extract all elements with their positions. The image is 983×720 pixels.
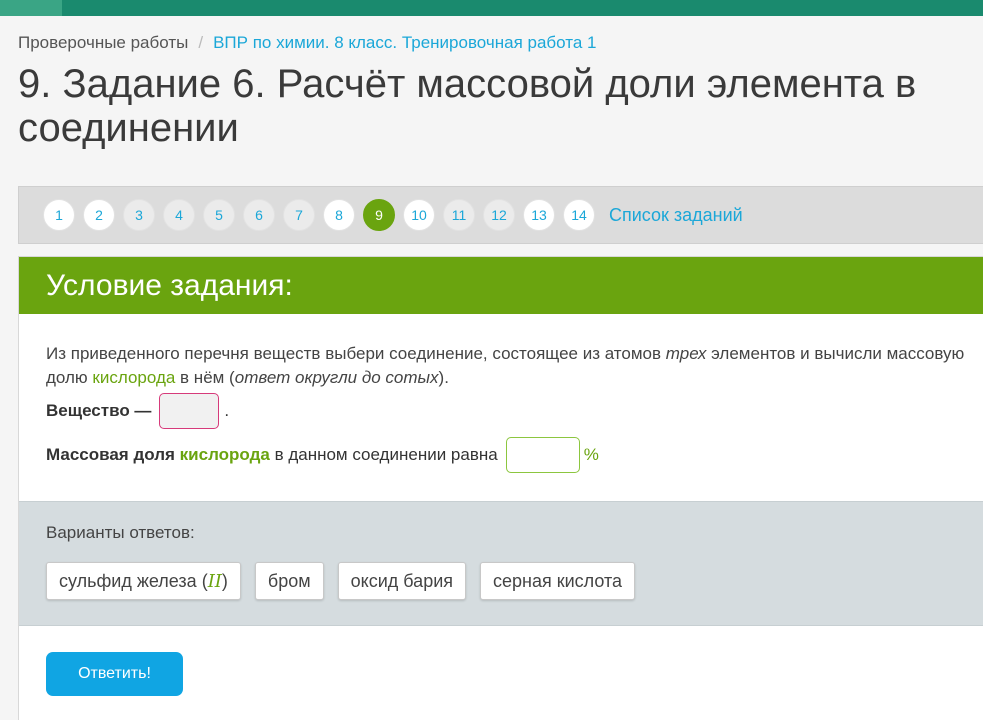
submit-answer-button[interactable]: Ответить! xyxy=(46,652,183,696)
condition-emphasis-rounding: ответ округли до сотых xyxy=(234,368,439,387)
condition-oxygen-highlight: кислорода xyxy=(92,368,176,387)
page-button-10[interactable]: 10 xyxy=(403,199,435,231)
task-card: Условие задания: Из приведенного перечня… xyxy=(18,256,983,720)
page-button-12[interactable]: 12 xyxy=(483,199,515,231)
page-title: 9. Задание 6. Расчёт массовой доли элеме… xyxy=(18,62,917,150)
option-text: сульфид железа ( xyxy=(59,570,208,591)
answer-option-sulfuric-acid[interactable]: серная кислота xyxy=(480,562,636,600)
substance-row: Вещество — . xyxy=(46,393,229,429)
breadcrumb: Проверочные работы / ВПР по химии. 8 класс… xyxy=(18,33,596,53)
page-button-9-active[interactable]: 9 xyxy=(363,199,395,231)
option-text: оксид бария xyxy=(350,570,454,591)
condition-text-1: Из приведенного перечня веществ выбери с… xyxy=(46,344,666,363)
mass-label-oxygen: кислорода xyxy=(179,445,270,464)
task-list-link[interactable]: Список заданий xyxy=(609,205,743,226)
option-close-paren: ) xyxy=(221,570,228,591)
condition-text-4: ). xyxy=(438,368,449,387)
task-header: Условие задания: xyxy=(19,257,983,314)
option-text: бром xyxy=(267,570,311,591)
breadcrumb-current[interactable]: ВПР по химии. 8 класс. Тренировочная раб… xyxy=(213,33,596,52)
substance-drop-target[interactable] xyxy=(159,393,220,429)
mass-fraction-input[interactable] xyxy=(505,437,580,473)
percent-unit: % xyxy=(583,445,599,464)
page-button-5[interactable]: 5 xyxy=(203,199,235,231)
answer-option-barium-oxide[interactable]: оксид бария xyxy=(337,562,467,600)
breadcrumb-parent[interactable]: Проверочные работы xyxy=(18,33,188,52)
page-button-11[interactable]: 11 xyxy=(443,199,475,231)
page-button-4[interactable]: 4 xyxy=(163,199,195,231)
option-roman-numeral: II xyxy=(207,570,222,592)
answer-options-list: сульфид железа (II) бром оксид бария сер… xyxy=(46,562,649,600)
page-button-7[interactable]: 7 xyxy=(283,199,315,231)
task-condition: Из приведенного перечня веществ выбери с… xyxy=(46,342,976,390)
page-button-2[interactable]: 2 xyxy=(83,199,115,231)
page-button-1[interactable]: 1 xyxy=(43,199,75,231)
condition-emphasis-three: трех xyxy=(665,344,707,363)
page-button-8[interactable]: 8 xyxy=(323,199,355,231)
task-pager: 1 2 3 4 5 6 7 8 9 10 11 12 13 14 Список … xyxy=(18,186,983,244)
answer-option-bromine[interactable]: бром xyxy=(254,562,324,600)
mass-label-prefix: Массовая доля xyxy=(46,445,175,464)
page-button-13[interactable]: 13 xyxy=(523,199,555,231)
page-button-6[interactable]: 6 xyxy=(243,199,275,231)
page-button-14[interactable]: 14 xyxy=(563,199,595,231)
answer-option-iron-sulfide[interactable]: сульфид железа (II) xyxy=(46,562,241,600)
substance-period: . xyxy=(224,401,230,420)
answer-options-label: Варианты ответов: xyxy=(46,523,195,542)
page-button-3[interactable]: 3 xyxy=(123,199,155,231)
answer-options-panel: Варианты ответов: сульфид железа (II) бр… xyxy=(19,501,983,626)
mass-fraction-row: Массовая доля кислорода в данном соедине… xyxy=(46,437,599,473)
condition-text-3: в нём ( xyxy=(175,368,235,387)
top-bar xyxy=(0,0,983,16)
breadcrumb-separator: / xyxy=(198,33,204,52)
top-bar-tab[interactable] xyxy=(0,0,62,16)
substance-label: Вещество — xyxy=(46,401,152,420)
mass-label-suffix: в данном соединении равна xyxy=(274,445,498,464)
option-text: серная кислота xyxy=(493,570,623,591)
